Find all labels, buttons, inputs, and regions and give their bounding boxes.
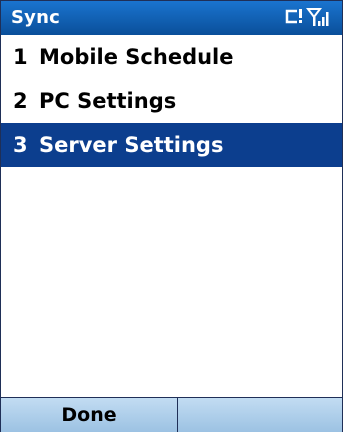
menu-item-number: 2 <box>13 89 28 113</box>
softkey-bar: Done <box>1 397 342 432</box>
menu-item-label: Server Settings <box>39 133 224 157</box>
screen-title: Sync <box>11 7 60 28</box>
menu-item-server-settings[interactable]: 3 Server Settings <box>1 123 342 167</box>
sync-screen: Sync 1 Mobile Schedule 2 PC Settings 3 S… <box>0 0 343 432</box>
done-softkey[interactable]: Done <box>1 398 177 432</box>
sync-status-icon <box>285 9 302 24</box>
menu-item-label: Mobile Schedule <box>39 45 234 69</box>
menu-item-mobile-schedule[interactable]: 1 Mobile Schedule <box>1 35 342 79</box>
menu-item-number: 1 <box>13 45 28 69</box>
status-icons <box>284 6 334 30</box>
right-softkey[interactable] <box>178 398 342 432</box>
title-bar: Sync <box>1 1 342 35</box>
menu-item-number: 3 <box>13 133 28 157</box>
menu-item-pc-settings[interactable]: 2 PC Settings <box>1 79 342 123</box>
sync-menu-list: 1 Mobile Schedule 2 PC Settings 3 Server Se… <box>1 35 342 167</box>
menu-item-label: PC Settings <box>39 89 177 113</box>
signal-strength-icon <box>306 8 329 26</box>
